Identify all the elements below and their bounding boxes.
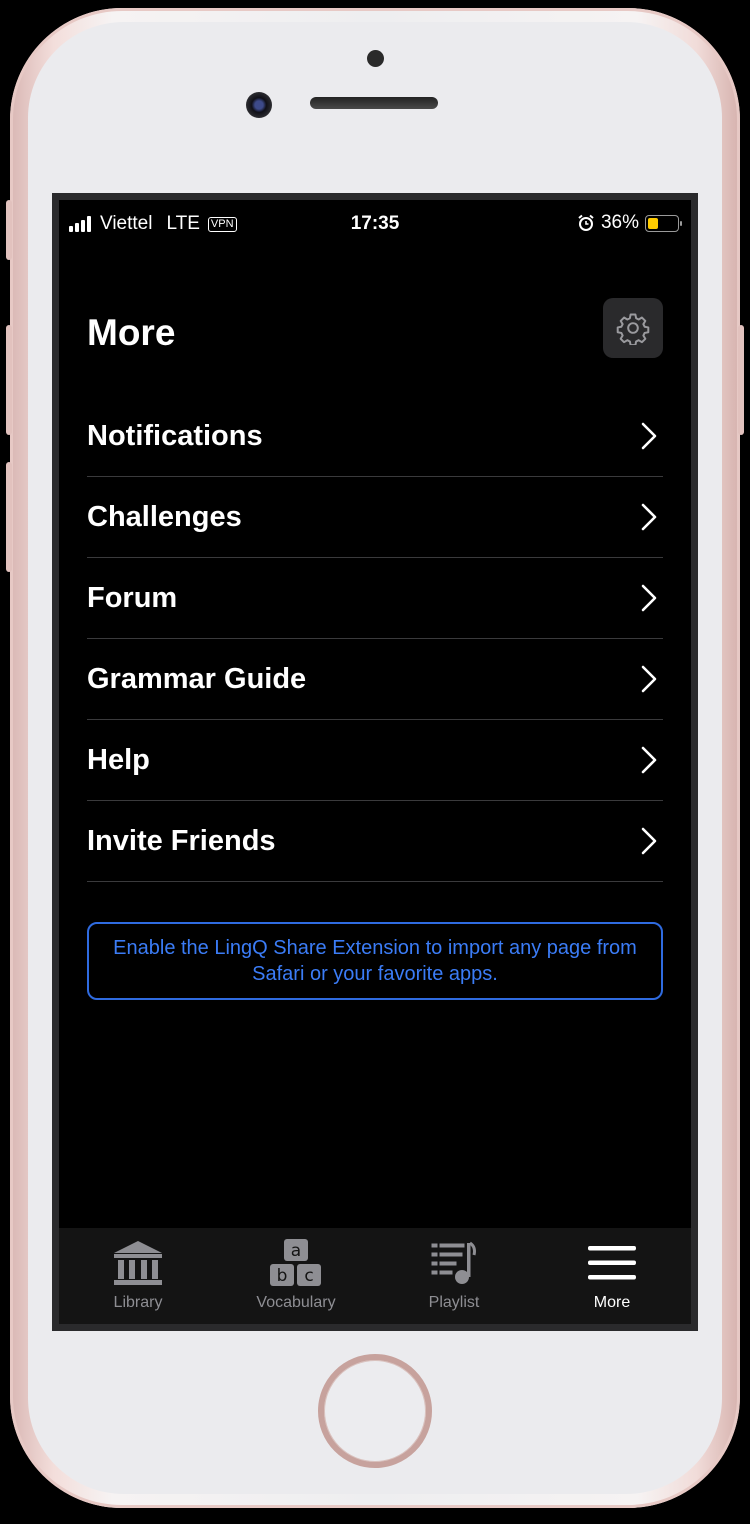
page-title: More — [87, 312, 176, 353]
menu-item-grammar-guide[interactable]: Grammar Guide — [87, 639, 663, 720]
tab-playlist[interactable]: Playlist — [375, 1228, 533, 1324]
volume-up-button — [6, 325, 12, 435]
svg-text:b: b — [277, 1266, 288, 1286]
menu-item-label: Invite Friends — [87, 824, 276, 857]
menu-item-label: Help — [87, 743, 150, 776]
gear-icon — [616, 313, 650, 345]
tab-label: Playlist — [428, 1294, 480, 1311]
battery-level — [648, 217, 659, 229]
power-button — [738, 325, 744, 435]
earpiece-speaker — [310, 97, 438, 109]
menu-item-label: Grammar Guide — [87, 662, 307, 695]
library-icon — [114, 1241, 162, 1285]
tab-bar: Library a b c Vocabulary Playlist More — [59, 1228, 691, 1324]
chevron-right-icon — [641, 827, 657, 855]
svg-text:a: a — [291, 1241, 301, 1261]
tab-library[interactable]: Library — [59, 1228, 217, 1324]
volume-down-button — [6, 462, 12, 572]
menu-item-forum[interactable]: Forum — [87, 558, 663, 639]
proximity-sensor — [367, 50, 384, 67]
chevron-right-icon — [641, 665, 657, 693]
alarm-icon — [578, 214, 594, 231]
menu-item-notifications[interactable]: Notifications — [87, 396, 663, 477]
home-button[interactable] — [318, 1354, 432, 1468]
banner-text: Enable the LingQ Share Extension to impo… — [113, 937, 637, 985]
menu-item-invite-friends[interactable]: Invite Friends — [87, 801, 663, 882]
status-bar: Viettel LTE VPN 17:35 36% — [59, 200, 691, 246]
menu-item-help[interactable]: Help — [87, 720, 663, 801]
chevron-right-icon — [641, 503, 657, 531]
front-camera — [246, 92, 272, 118]
share-extension-banner[interactable]: Enable the LingQ Share Extension to impo… — [87, 922, 663, 1000]
battery-percent: 36% — [600, 212, 639, 233]
chevron-right-icon — [641, 584, 657, 612]
tab-label: Library — [113, 1294, 163, 1311]
tab-more[interactable]: More — [533, 1228, 691, 1324]
tab-vocabulary[interactable]: a b c Vocabulary — [217, 1228, 375, 1324]
tab-label: Vocabulary — [256, 1294, 336, 1311]
chevron-right-icon — [641, 746, 657, 774]
menu-item-label: Challenges — [87, 500, 242, 533]
menu-list: Notifications Challenges Forum Grammar G… — [87, 396, 663, 882]
menu-item-label: Forum — [87, 581, 178, 614]
status-right: 36% — [577, 212, 682, 234]
vocabulary-icon: a b c — [270, 1239, 321, 1286]
tab-label: More — [593, 1294, 631, 1311]
menu-item-label: Notifications — [87, 419, 263, 452]
settings-button[interactable] — [603, 298, 663, 358]
menu-item-challenges[interactable]: Challenges — [87, 477, 663, 558]
menu-icon — [588, 1246, 636, 1280]
screen: Viettel LTE VPN 17:35 36% More Notificat… — [52, 193, 698, 1331]
chevron-right-icon — [641, 422, 657, 450]
playlist-icon — [431, 1241, 476, 1284]
battery-icon — [645, 214, 682, 232]
svg-text:c: c — [304, 1266, 313, 1286]
mute-switch — [6, 200, 12, 260]
